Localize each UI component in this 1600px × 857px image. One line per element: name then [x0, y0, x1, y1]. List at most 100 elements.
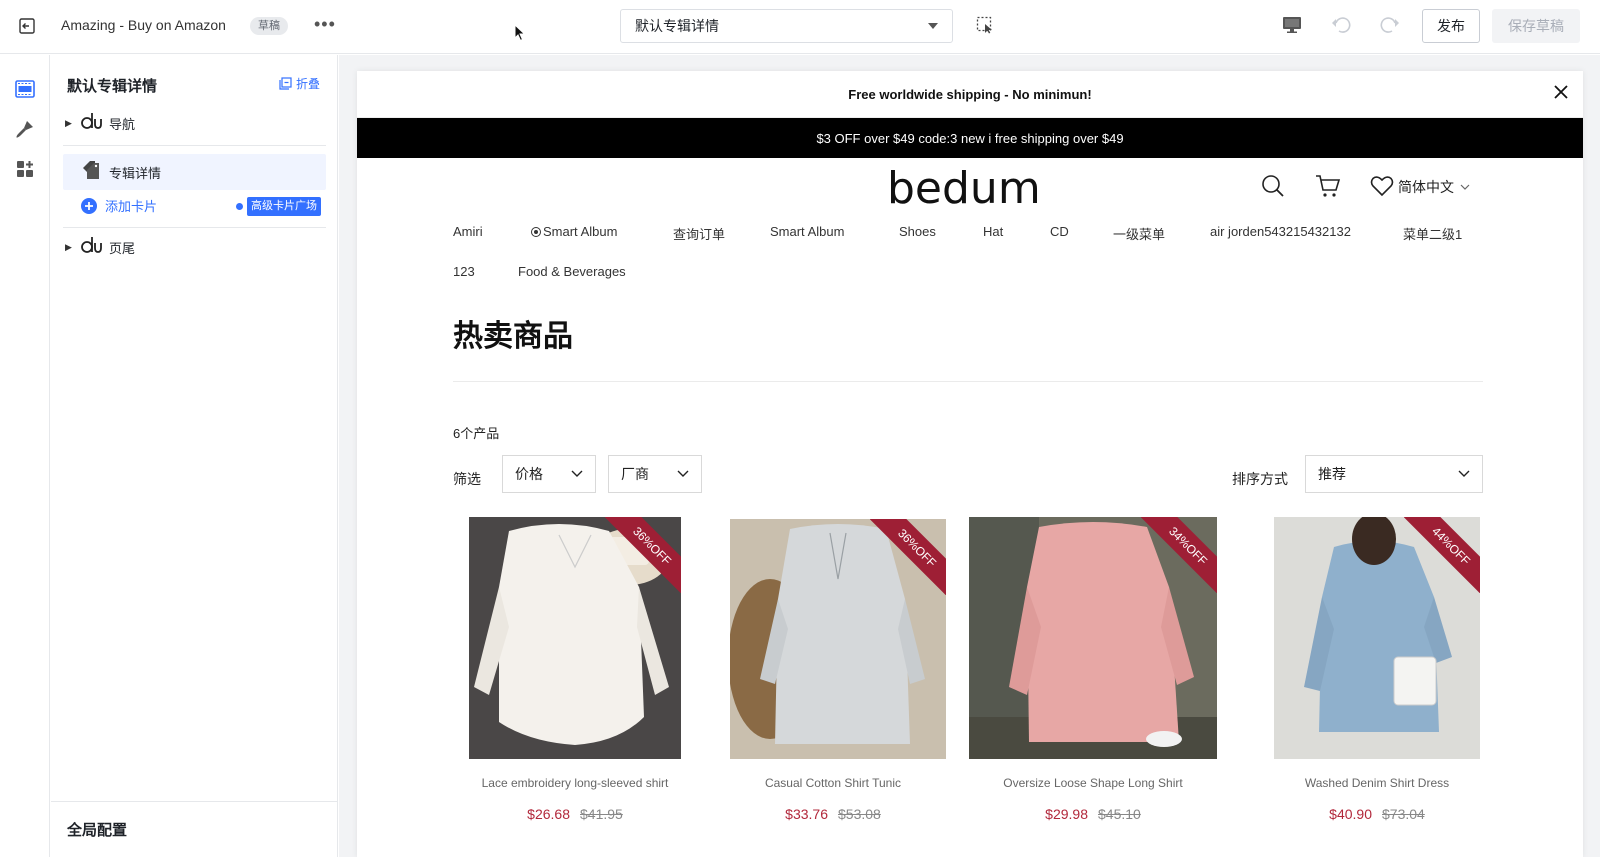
sort-dropdown[interactable]: 推荐: [1305, 455, 1483, 493]
section-du-icon: [81, 112, 103, 135]
add-card-button[interactable]: 添加卡片: [81, 196, 157, 215]
product-image[interactable]: 36%OFF: [730, 519, 946, 759]
tree-item-label: 导航: [109, 116, 136, 132]
discount-label: 36%OFF: [870, 519, 946, 595]
product-title[interactable]: Oversize Loose Shape Long Shirt: [969, 776, 1217, 790]
chevron-down-icon: [928, 23, 938, 29]
cart-icon[interactable]: [1315, 174, 1341, 203]
exit-icon[interactable]: [16, 15, 38, 37]
search-icon[interactable]: [1261, 174, 1285, 203]
left-rail: [0, 55, 50, 857]
product-title[interactable]: Washed Denim Shirt Dress: [1267, 776, 1487, 790]
collapse-button[interactable]: 折叠: [279, 75, 320, 92]
collapse-label: 折叠: [296, 77, 321, 91]
sort-label: 排序方式: [1232, 471, 1288, 487]
sort-value: 推荐: [1318, 466, 1346, 482]
product-image[interactable]: 36%OFF: [469, 517, 681, 759]
plus-circle-icon: [81, 197, 97, 214]
menu-item[interactable]: Hat: [983, 224, 1003, 239]
brand-logo[interactable]: bedum: [887, 165, 1057, 215]
tree-item-footer[interactable]: ▶ 页尾: [51, 229, 338, 265]
publish-button[interactable]: 发布: [1422, 9, 1480, 43]
menu-item[interactable]: Food & Beverages: [518, 264, 626, 279]
tree-item-collection[interactable]: 专辑详情: [51, 154, 338, 190]
divider: [453, 381, 1483, 382]
sale-price: $33.76: [785, 806, 828, 822]
product-prices: $26.68 $41.95: [453, 806, 697, 822]
section-du-icon: [81, 236, 103, 259]
global-config-button[interactable]: 全局配置: [67, 819, 127, 840]
discount-ribbon: 36%OFF: [870, 519, 946, 595]
product-title[interactable]: Casual Cotton Shirt Tunic: [719, 776, 947, 790]
product-prices: $33.76 $53.08: [719, 806, 947, 822]
discount-ribbon: 36%OFF: [605, 517, 681, 593]
sale-price: $26.68: [527, 806, 570, 822]
menu-item[interactable]: 123: [453, 264, 475, 279]
discount-label: 44%OFF: [1404, 517, 1480, 593]
caret-right-icon[interactable]: ▶: [65, 118, 72, 129]
product-image[interactable]: 44%OFF: [1274, 517, 1480, 759]
menu-item[interactable]: CD: [1050, 224, 1069, 239]
compare-price: $73.04: [1382, 806, 1425, 822]
menu-item[interactable]: Shoes: [899, 224, 936, 239]
discount-label: 36%OFF: [605, 517, 681, 593]
draft-badge: 草稿: [250, 17, 288, 35]
caret-right-icon[interactable]: ▶: [65, 242, 72, 253]
logo-text: bedum: [887, 165, 1041, 214]
theme-brush-icon[interactable]: [13, 117, 37, 141]
card-market-link[interactable]: 高级卡片广场: [236, 197, 321, 216]
apps-icon[interactable]: [13, 157, 37, 181]
undo-icon[interactable]: [1331, 15, 1353, 40]
page-template-select[interactable]: 默认专辑详情: [620, 9, 953, 43]
announcement-bar[interactable]: Free worldwide shipping - No minimun!: [357, 71, 1583, 118]
element-select-icon[interactable]: [976, 16, 996, 36]
compare-price: $53.08: [838, 806, 881, 822]
menu-item[interactable]: 一级菜单: [1113, 224, 1165, 243]
product-count: 6个产品: [453, 426, 500, 441]
panel-footer: 全局配置: [51, 801, 338, 857]
sale-price: $40.90: [1329, 806, 1372, 822]
menu-item[interactable]: 查询订单: [673, 224, 725, 243]
menu-item[interactable]: 菜单二级1: [1403, 224, 1462, 243]
chevron-down-icon: [677, 470, 689, 477]
add-card-label: 添加卡片: [105, 199, 158, 214]
vendor-filter-label: 厂商: [621, 466, 649, 482]
close-icon[interactable]: [1553, 84, 1569, 103]
product-prices: $29.98 $45.10: [969, 806, 1217, 822]
more-icon[interactable]: •••: [314, 14, 336, 35]
vendor-filter-dropdown[interactable]: 厂商: [608, 455, 702, 493]
indicator-dot: [236, 203, 243, 210]
product-image[interactable]: 34%OFF: [969, 517, 1217, 759]
collapse-icon: [279, 77, 292, 90]
menu-item[interactable]: air jorden543215432132: [1210, 224, 1351, 239]
divider: [63, 145, 326, 146]
editor-toolbar: Amazing - Buy on Amazon 草稿 ••• 默认专辑详情 发布…: [0, 0, 1600, 54]
compare-price: $45.10: [1098, 806, 1141, 822]
product-title[interactable]: Lace embroidery long-sleeved shirt: [453, 776, 697, 790]
preview-canvas: Free worldwide shipping - No minimun! $3…: [339, 55, 1600, 857]
sections-panel: 默认专辑详情 折叠 ▶ 导航 专辑详情 添加卡片 高级卡片广场 ▶ 页尾 全局配…: [51, 55, 338, 857]
tree-item-header[interactable]: ▶ 导航: [51, 105, 338, 141]
price-filter-dropdown[interactable]: 价格: [502, 455, 596, 493]
product-prices: $40.90 $73.04: [1267, 806, 1487, 822]
desktop-icon[interactable]: [1282, 16, 1302, 39]
redo-icon[interactable]: [1378, 15, 1400, 40]
announcement-text: Free worldwide shipping - No minimun!: [848, 86, 1092, 102]
chevron-down-icon: [571, 470, 583, 477]
language-selector[interactable]: 简体中文: [1398, 177, 1470, 197]
promo-text: $3 OFF over $49 code:3 new i free shippi…: [816, 130, 1124, 146]
promo-bar[interactable]: $3 OFF over $49 code:3 new i free shippi…: [357, 118, 1583, 158]
price-filter-label: 价格: [515, 466, 543, 482]
discount-ribbon: 34%OFF: [1141, 517, 1217, 593]
menu-item-label: Smart Album: [543, 224, 618, 239]
discount-label: 34%OFF: [1141, 517, 1217, 593]
menu-item[interactable]: Smart Album: [531, 224, 617, 239]
sections-icon[interactable]: [13, 77, 37, 101]
heart-icon[interactable]: [1370, 175, 1394, 202]
save-draft-button[interactable]: 保存草稿: [1492, 9, 1580, 43]
menu-item[interactable]: Smart Album: [770, 224, 844, 239]
storefront-preview: Free worldwide shipping - No minimun! $3…: [357, 71, 1583, 857]
collection-title: 热卖商品: [453, 320, 573, 353]
menu-item[interactable]: Amiri: [453, 224, 483, 239]
language-label: 简体中文: [1398, 179, 1454, 195]
